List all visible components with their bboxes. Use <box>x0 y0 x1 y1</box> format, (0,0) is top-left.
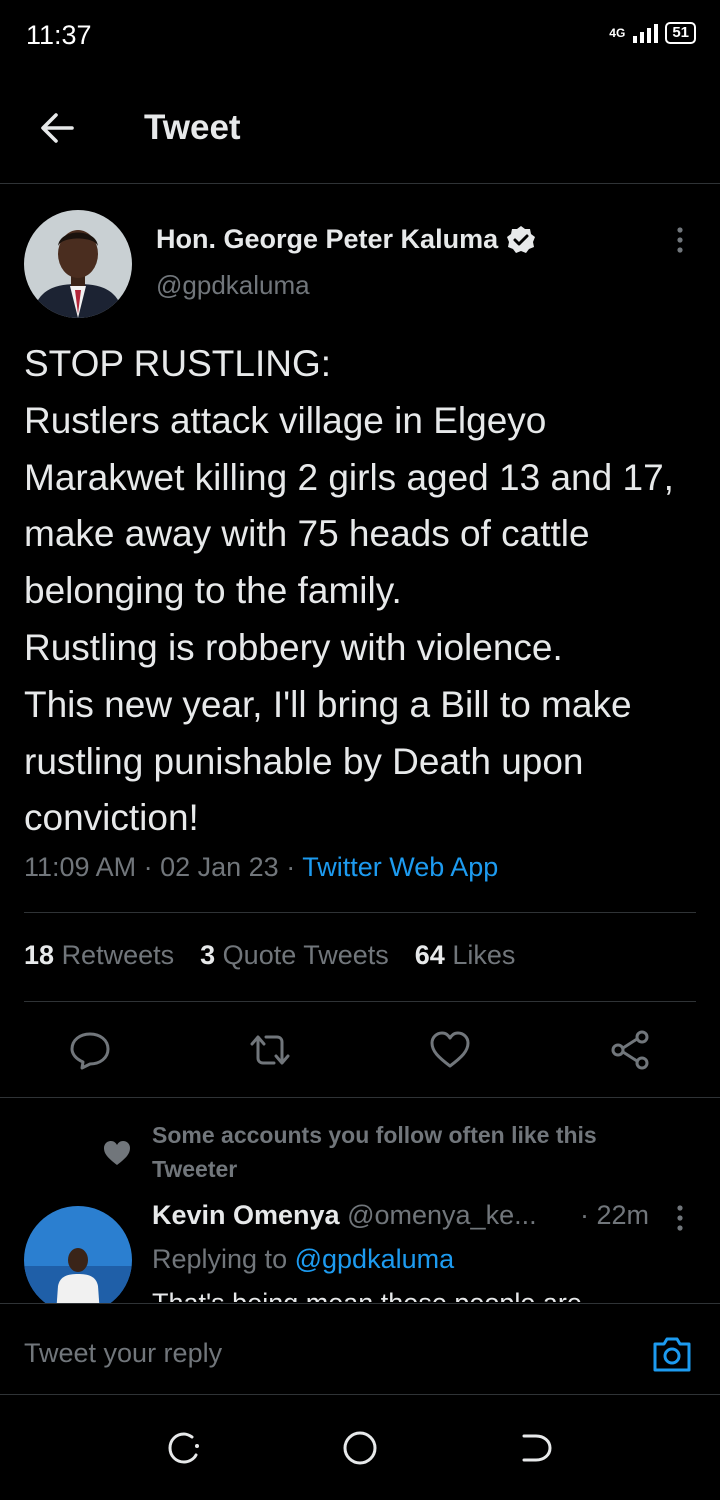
status-icons: 4G 51 <box>609 22 696 44</box>
reply-text-clip: That's being mean these people are <box>152 1288 672 1302</box>
status-bar: 11:37 4G 51 <box>0 0 720 72</box>
replying-to-prefix: Replying to <box>152 1244 288 1274</box>
quote-tweets-stat[interactable]: 3 Quote Tweets <box>200 940 389 971</box>
divider <box>0 1097 720 1098</box>
system-nav-bar <box>0 1394 720 1500</box>
reply-author-name[interactable]: Kevin Omenya <box>152 1200 340 1230</box>
tweet-timestamp: 11:09 AM · 02 Jan 23 · Twitter Web App <box>24 852 499 882</box>
tweet-text: STOP RUSTLING: Rustlers attack village i… <box>24 343 674 839</box>
reply-icon[interactable] <box>68 1028 112 1072</box>
replying-to-mention[interactable]: @gpdkaluma <box>295 1244 455 1274</box>
author-handle[interactable]: @gpdkaluma <box>156 270 310 301</box>
reply-input[interactable]: Tweet your reply <box>24 1338 222 1369</box>
tweet-stats: 18 Retweets 3 Quote Tweets 64 Likes <box>24 940 515 971</box>
retweets-stat[interactable]: 18 Retweets <box>24 940 174 971</box>
divider <box>24 1001 696 1002</box>
tweet-actions <box>0 1020 720 1080</box>
like-icon[interactable] <box>428 1028 472 1072</box>
more-vertical-icon[interactable] <box>670 226 690 256</box>
verified-badge-icon <box>507 225 536 253</box>
battery-indicator: 51 <box>665 22 696 44</box>
reply-timestamp: · 22m <box>580 1200 650 1230</box>
reply-compose-bar: Tweet your reply <box>0 1303 720 1395</box>
social-context-text: Some accounts you follow often like this… <box>152 1122 597 1182</box>
recents-icon[interactable] <box>164 1428 204 1468</box>
replying-to: Replying to @gpdkaluma <box>152 1244 454 1275</box>
home-icon[interactable] <box>340 1428 380 1468</box>
author-name[interactable]: Hon. George Peter Kaluma <box>156 224 498 255</box>
author-name-row[interactable]: Hon. George Peter Kaluma <box>156 224 536 255</box>
top-app-bar: Tweet <box>0 80 720 184</box>
tweet-time: 11:09 AM <box>24 852 137 882</box>
tweet-date: 02 Jan 23 <box>160 852 279 882</box>
reply-text: That's being mean these people are <box>152 1288 672 1302</box>
signal-icon <box>633 24 659 43</box>
page-title: Tweet <box>144 108 241 147</box>
back-nav-icon[interactable] <box>516 1428 556 1468</box>
reply-header[interactable]: Kevin Omenya @omenya_ke... <box>152 1200 537 1231</box>
share-icon[interactable] <box>608 1028 652 1072</box>
likes-stat[interactable]: 64 Likes <box>415 940 516 971</box>
network-type: 4G <box>609 25 626 40</box>
camera-icon[interactable] <box>650 1332 694 1376</box>
more-vertical-icon[interactable] <box>670 1204 690 1234</box>
author-avatar[interactable] <box>24 210 132 318</box>
divider <box>24 912 696 913</box>
tweet-source-link[interactable]: Twitter Web App <box>302 852 498 882</box>
status-time: 11:37 <box>26 20 92 50</box>
back-arrow-icon[interactable] <box>36 106 80 150</box>
retweet-icon[interactable] <box>248 1028 292 1072</box>
reply-author-handle[interactable]: @omenya_ke... <box>347 1200 537 1230</box>
reply-avatar[interactable] <box>24 1206 132 1314</box>
heart-icon <box>104 1141 130 1165</box>
